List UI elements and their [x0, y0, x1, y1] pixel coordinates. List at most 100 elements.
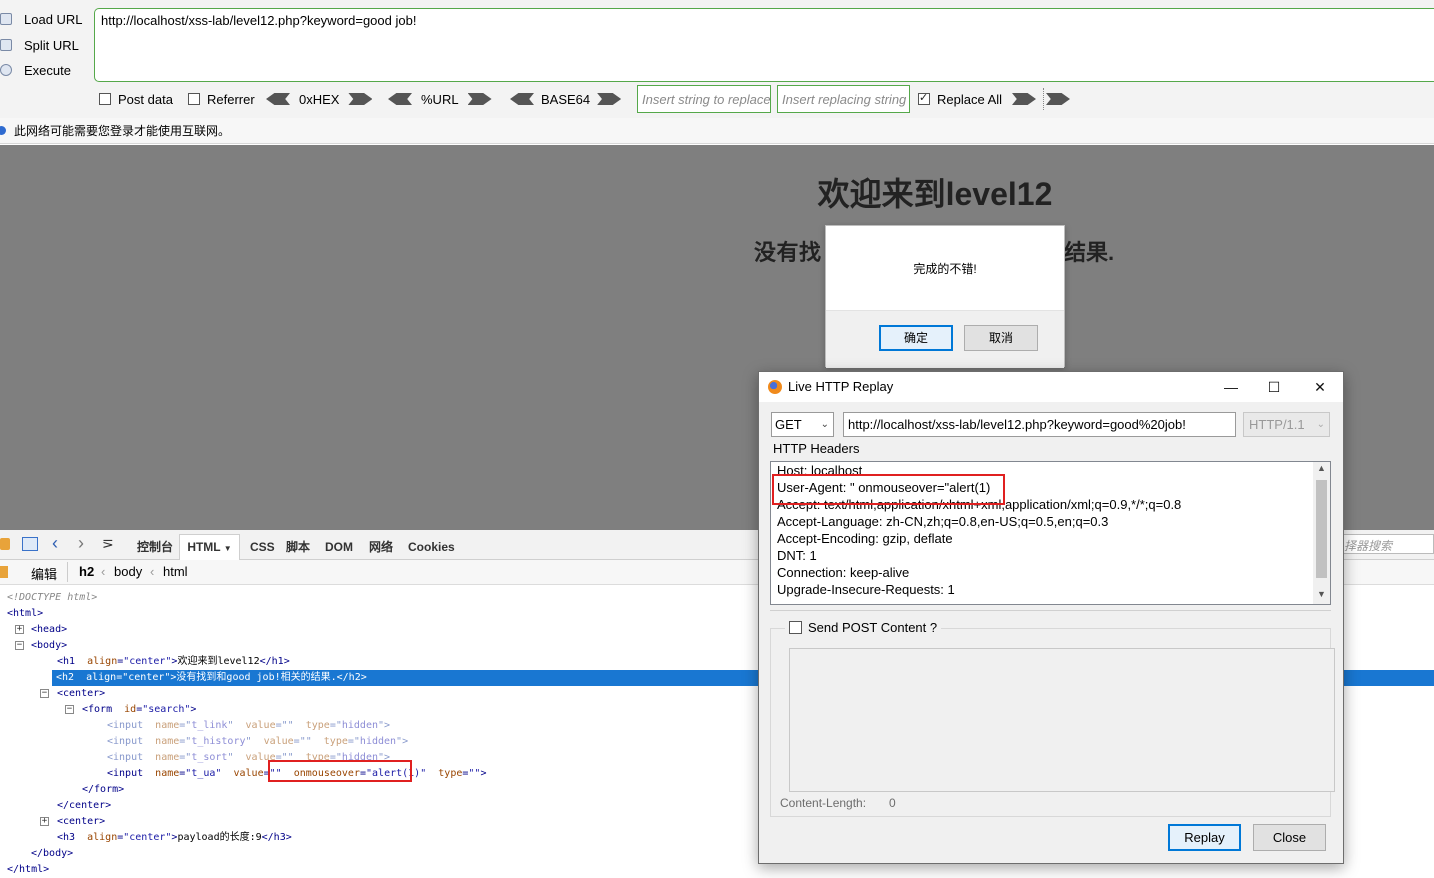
hex-encode-icon[interactable]: [348, 93, 373, 105]
info-icon: [0, 126, 6, 135]
header-line: DNT: 1: [777, 548, 817, 563]
referrer-checkbox[interactable]: [188, 93, 200, 105]
base64-decode-icon[interactable]: [510, 93, 534, 105]
tab-script[interactable]: 脚本: [286, 536, 310, 558]
hex-decode-icon[interactable]: [266, 93, 290, 105]
expand-icon[interactable]: +: [40, 817, 49, 826]
tree-body-open[interactable]: <body>: [31, 638, 67, 654]
scrollbar-thumb[interactable]: [1316, 480, 1327, 578]
maximize-icon[interactable]: ☐: [1264, 377, 1284, 397]
separator: [770, 610, 1331, 611]
split-url-icon: [0, 39, 12, 51]
url-enc-label: %URL: [421, 91, 459, 107]
network-notice-text: 此网络可能需要您登录才能使用互联网。: [14, 124, 231, 138]
referrer-option[interactable]: Referrer: [188, 88, 255, 110]
alert-cancel-button[interactable]: 取消: [964, 325, 1038, 351]
network-notice-bar[interactable]: 此网络可能需要您登录才能使用互联网。: [0, 118, 1434, 144]
tree-center-2[interactable]: <center>: [57, 814, 105, 830]
firefox-logo-icon: [768, 380, 782, 394]
hackbar: Load URL Split URL Execute http://localh…: [0, 0, 1434, 118]
tab-dom[interactable]: DOM: [325, 536, 353, 558]
tree-h3[interactable]: <h3 align="center">payload的长度:9</h3>: [57, 830, 292, 846]
request-url-input[interactable]: http://localhost/xss-lab/level12.php?key…: [843, 412, 1236, 437]
post-data-option[interactable]: Post data: [99, 88, 173, 110]
command-line-icon[interactable]: ⋝: [102, 535, 114, 552]
replace-run-icon[interactable]: [1012, 93, 1036, 105]
tab-css[interactable]: CSS: [250, 536, 275, 558]
send-post-checkbox[interactable]: [789, 621, 802, 634]
tree-html-close[interactable]: </html>: [7, 862, 49, 878]
expand-icon[interactable]: +: [15, 625, 24, 634]
url-textarea[interactable]: http://localhost/xss-lab/level12.php?key…: [94, 8, 1434, 82]
headers-scrollbar[interactable]: ▲ ▼: [1313, 462, 1330, 604]
replace-all-option[interactable]: Replace All: [918, 88, 1002, 110]
tree-body-close[interactable]: </body>: [31, 846, 73, 862]
base64-encoder: BASE64: [510, 88, 622, 110]
method-select[interactable]: GET ⌄: [771, 412, 834, 437]
highlight-box: [772, 474, 1005, 505]
collapse-icon[interactable]: −: [15, 641, 24, 650]
alert-ok-button[interactable]: 确定: [879, 325, 953, 351]
page-title: 欢迎来到level12: [817, 176, 1053, 212]
split-url-button[interactable]: Split URL: [0, 33, 92, 57]
alert-footer: 确定 取消: [826, 310, 1064, 368]
http-version-value: HTTP/1.1: [1249, 417, 1305, 432]
post-data-checkbox[interactable]: [99, 93, 111, 105]
replace-all-label: Replace All: [937, 91, 1003, 107]
tree-input-history[interactable]: <input name="t_history" value="" type="h…: [107, 734, 408, 750]
execute-icon: [0, 64, 12, 76]
base64-encode-icon[interactable]: [597, 93, 622, 105]
tree-center-close[interactable]: </center>: [57, 798, 111, 814]
scroll-up-icon[interactable]: ▲: [1317, 463, 1326, 473]
replace-input[interactable]: Insert string to replace: [637, 85, 771, 113]
toolbar-divider: [1043, 88, 1044, 110]
replay-button[interactable]: Replay: [1168, 824, 1241, 851]
selector-search-input[interactable]: 择器搜索: [1340, 534, 1434, 554]
tab-html[interactable]: HTML ▼: [179, 534, 240, 560]
chevron-down-icon: ⌄: [1316, 419, 1325, 430]
tree-form[interactable]: <form id="search">: [82, 702, 196, 718]
execute-button[interactable]: Execute: [0, 58, 92, 82]
breadcrumb-h2[interactable]: h2: [79, 564, 94, 579]
send-post-option[interactable]: Send POST Content ?: [785, 620, 942, 635]
tab-net[interactable]: 网络: [369, 536, 393, 558]
content-length-value: 0: [889, 796, 896, 810]
replacing-input[interactable]: Insert replacing string: [777, 85, 910, 113]
breadcrumb-body[interactable]: body: [114, 564, 142, 579]
minimize-icon[interactable]: —: [1221, 377, 1241, 397]
breadcrumb-html[interactable]: html: [163, 564, 188, 579]
collapse-icon[interactable]: −: [40, 689, 49, 698]
load-url-icon: [0, 13, 12, 25]
url-encode-icon[interactable]: [467, 93, 492, 105]
edit-button[interactable]: 编辑: [31, 564, 57, 583]
hackbar-more-icon[interactable]: [1046, 93, 1070, 105]
input-name: t_history: [191, 736, 246, 747]
input-type: hidden: [359, 736, 397, 747]
tree-form-close[interactable]: </form>: [82, 782, 124, 798]
content-length-label: Content-Length:: [780, 796, 867, 810]
tree-html-open[interactable]: <html>: [7, 606, 43, 622]
page-subtitle-end: 结果.: [1064, 240, 1115, 265]
replace-all-checkbox[interactable]: [918, 91, 930, 105]
window-title: Live HTTP Replay: [788, 379, 894, 394]
close-button[interactable]: Close: [1253, 824, 1326, 851]
load-url-button[interactable]: Load URL: [0, 7, 92, 31]
tree-center-open[interactable]: <center>: [57, 686, 105, 702]
url-decode-icon[interactable]: [388, 93, 412, 105]
tree-head[interactable]: <head>: [31, 622, 67, 638]
firebug-icon[interactable]: [0, 538, 10, 550]
tab-console[interactable]: 控制台: [137, 536, 173, 558]
tree-input-link[interactable]: <input name="t_link" value="" type="hidd…: [107, 718, 390, 734]
tree-h1[interactable]: <h1 align="center">欢迎来到level12</h1>: [57, 654, 290, 670]
close-icon[interactable]: ✕: [1310, 377, 1330, 397]
forward-icon[interactable]: ›: [78, 533, 84, 554]
scroll-down-icon[interactable]: ▼: [1317, 589, 1326, 599]
alert-dialog: 完成的不错! 确定 取消: [825, 225, 1065, 368]
window-titlebar[interactable]: Live HTTP Replay — ☐ ✕: [759, 372, 1343, 402]
tab-cookies[interactable]: Cookies: [408, 536, 455, 558]
inspect-icon[interactable]: [22, 537, 38, 551]
collapse-icon[interactable]: −: [65, 705, 74, 714]
hex-label: 0xHEX: [299, 91, 340, 107]
highlight-box: [268, 760, 412, 782]
back-icon[interactable]: ‹: [52, 533, 58, 554]
